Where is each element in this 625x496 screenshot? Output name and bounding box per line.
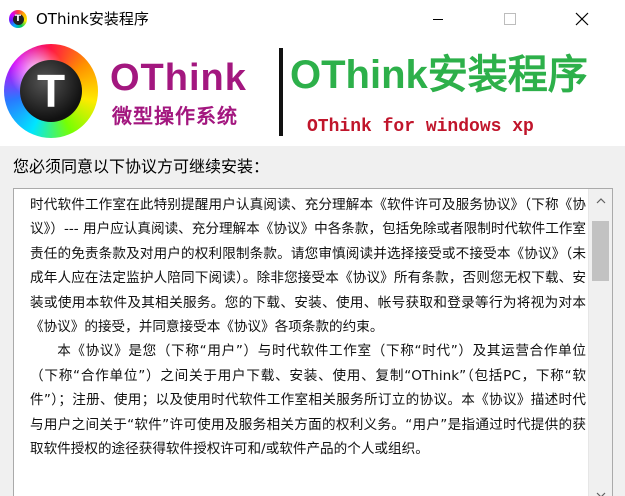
license-prompt: 您必须同意以下协议方可继续安装： [13, 157, 270, 176]
chevron-down-icon [596, 492, 605, 496]
scroll-down-button[interactable] [589, 483, 612, 496]
header-banner: T OThink 微型操作系统 OThink安装程序 OThink for wi… [0, 38, 625, 146]
window-title: OThink安装程序 [36, 10, 149, 28]
logo-core: T [20, 60, 82, 122]
license-paragraph: 本《协议》是您（下称“用户”）与时代软件工作室（下称“时代”）及其运营合作单位（… [30, 343, 586, 458]
banner-divider [279, 48, 283, 136]
maximize-icon [504, 13, 516, 25]
license-textbox[interactable]: 时代软件工作室在此特别提醒用户认真阅读、充分理解本《软件许可及服务协议》（下称《… [13, 188, 613, 496]
banner-title: OThink安装程序 [290, 53, 588, 97]
othink-logo: T [4, 44, 98, 138]
chevron-up-icon [596, 198, 605, 204]
scroll-up-button[interactable] [589, 189, 612, 213]
close-button[interactable] [559, 0, 605, 38]
minimize-icon [433, 19, 443, 20]
license-panel: 您必须同意以下协议方可继续安装： 时代软件工作室在此特别提醒用户认真阅读、充分理… [0, 146, 625, 496]
close-icon [575, 12, 589, 26]
license-paragraph: 时代软件工作室在此特别提醒用户认真阅读、充分理解本《软件许可及服务协议》（下称《… [30, 197, 586, 336]
logo-letter: T [36, 65, 66, 117]
license-text: 时代软件工作室在此特别提醒用户认真阅读、充分理解本《软件许可及服务协议》（下称《… [30, 193, 586, 461]
brand-name: OThink [110, 57, 247, 99]
installer-window: T OThink安装程序 T OThink 微型操作系统 OThink安装程序 … [0, 0, 625, 496]
brand-subtitle: 微型操作系统 [112, 104, 238, 128]
minimize-button[interactable] [415, 0, 461, 38]
banner-tagline: OThink for windows xp [307, 117, 534, 137]
maximize-button[interactable] [487, 0, 533, 38]
app-icon: T [9, 10, 27, 28]
scroll-thumb[interactable] [592, 221, 609, 281]
app-icon-letter: T [12, 13, 24, 25]
title-bar[interactable]: T OThink安装程序 [0, 0, 625, 38]
vertical-scrollbar[interactable] [588, 189, 612, 496]
